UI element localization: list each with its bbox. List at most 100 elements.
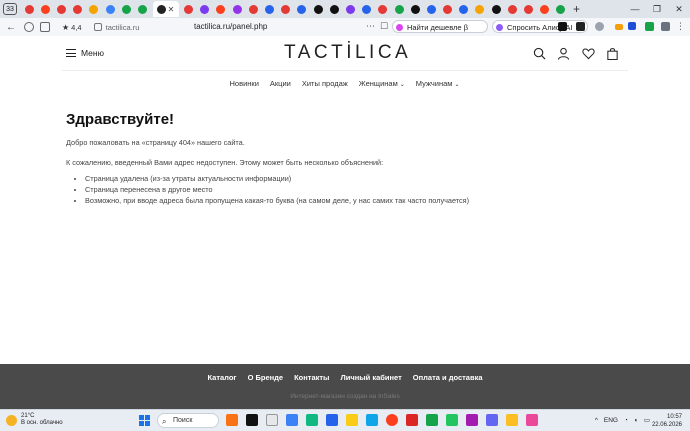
footer-link-about[interactable]: О Бренде: [248, 373, 284, 382]
download-icon[interactable]: [628, 22, 636, 30]
lock-icon[interactable]: [93, 23, 102, 31]
extensions-menu-icon[interactable]: ⋮: [676, 21, 685, 32]
clock[interactable]: 10:57 22.06.2026: [652, 413, 682, 429]
tab-favicon[interactable]: [426, 4, 436, 14]
tab-favicon[interactable]: [200, 4, 210, 14]
app-icon[interactable]: [526, 414, 538, 426]
app-icon[interactable]: [446, 414, 458, 426]
tab-favicon[interactable]: [56, 4, 66, 14]
tab-favicon[interactable]: [556, 4, 566, 14]
tab-favicon[interactable]: [394, 4, 404, 14]
volume-icon[interactable]: ◖: [634, 417, 638, 424]
app-icon[interactable]: [366, 414, 378, 426]
tab-favicon[interactable]: [216, 4, 226, 14]
tab-count-badge[interactable]: 33: [3, 3, 17, 15]
tab-favicon[interactable]: [475, 4, 485, 14]
tab-favicon[interactable]: [121, 4, 131, 14]
tab-favicon[interactable]: [378, 4, 388, 14]
heart-icon[interactable]: [582, 47, 595, 60]
tab-favicon[interactable]: [362, 4, 372, 14]
nav-item-new[interactable]: Новинки: [230, 79, 259, 88]
tab-favicon[interactable]: [459, 4, 469, 14]
avatar[interactable]: [595, 22, 604, 31]
nav-item-bestsellers[interactable]: Хиты продаж: [302, 79, 348, 88]
tab-favicon[interactable]: [313, 4, 323, 14]
app-icon[interactable]: [246, 414, 258, 426]
nav-item-men[interactable]: Мужчинам ⌄: [416, 79, 460, 88]
site-logo[interactable]: TACTİLICA: [284, 42, 408, 64]
tab-favicon[interactable]: [297, 4, 307, 14]
tab-favicon[interactable]: [410, 4, 420, 14]
tab-favicon[interactable]: [443, 4, 453, 14]
more-icon[interactable]: ⋯: [366, 21, 375, 32]
nav-item-women[interactable]: Женщинам ⌄: [359, 79, 405, 88]
app-icon[interactable]: [346, 414, 358, 426]
site-rating[interactable]: ★ 4,4: [62, 23, 82, 32]
tab-favicon[interactable]: [232, 4, 242, 14]
app-icon[interactable]: [286, 414, 298, 426]
taskbar-search[interactable]: ⌕ Поиск: [157, 413, 219, 428]
site-domain[interactable]: tactilica.ru: [106, 23, 140, 32]
footer-link-delivery[interactable]: Оплата и доставка: [413, 373, 483, 382]
active-tab[interactable]: ✕: [152, 1, 179, 17]
tab-favicon[interactable]: [248, 4, 258, 14]
footer-link-account[interactable]: Личный кабинет: [340, 373, 401, 382]
tab-favicon[interactable]: [105, 4, 115, 14]
app-icon[interactable]: [326, 414, 338, 426]
tab-favicon[interactable]: [137, 4, 147, 14]
nav-item-sale[interactable]: Акции: [270, 79, 291, 88]
weather-widget[interactable]: 21°C В осн. облачно: [6, 413, 63, 427]
windows-start-icon[interactable]: [139, 415, 150, 426]
tab-favicon[interactable]: [184, 4, 194, 14]
search-icon[interactable]: [533, 47, 546, 60]
bookmark-icon[interactable]: ☐: [380, 21, 388, 32]
shopping-bag-icon[interactable]: [606, 47, 619, 60]
tab-favicon[interactable]: [540, 4, 550, 14]
tab-favicon[interactable]: [345, 4, 355, 14]
footer-link-catalog[interactable]: Каталог: [208, 373, 237, 382]
extension-icon[interactable]: [645, 22, 654, 31]
app-icon[interactable]: [386, 414, 398, 426]
reload-icon[interactable]: [40, 22, 50, 32]
menu-button[interactable]: Меню: [66, 48, 104, 58]
address-url[interactable]: tactilica.ru/panel.php: [194, 22, 267, 31]
battery-icon[interactable]: ▭: [644, 416, 650, 424]
battery-icon[interactable]: [615, 24, 623, 30]
app-icon[interactable]: [506, 414, 518, 426]
app-icon[interactable]: [226, 414, 238, 426]
chevron-up-icon[interactable]: ^: [595, 417, 598, 424]
tab-favicon[interactable]: [265, 4, 275, 14]
extension-icon[interactable]: [576, 22, 585, 31]
tab-favicon[interactable]: [281, 4, 291, 14]
app-icon[interactable]: [466, 414, 478, 426]
new-tab-icon[interactable]: +: [573, 2, 580, 16]
maximize-icon[interactable]: ❐: [646, 4, 668, 15]
ask-alice-button[interactable]: Спросить Алису AI: [492, 20, 588, 33]
tab-favicon[interactable]: [524, 4, 534, 14]
footer-platform-note[interactable]: Интернет-магазин создан на InSales: [0, 393, 690, 400]
find-cheaper-button[interactable]: Найти дешевле β: [392, 20, 488, 33]
tab-favicon[interactable]: [24, 4, 34, 14]
account-icon[interactable]: [557, 47, 570, 60]
minimize-icon[interactable]: —: [624, 4, 646, 14]
tab-favicon[interactable]: [89, 4, 99, 14]
app-icon[interactable]: [486, 414, 498, 426]
tab-favicon[interactable]: [73, 4, 83, 14]
extension-icon[interactable]: [558, 22, 567, 31]
close-icon[interactable]: ✕: [668, 4, 690, 15]
footer-link-contacts[interactable]: Контакты: [294, 373, 329, 382]
close-icon[interactable]: ✕: [168, 5, 175, 14]
tab-favicon[interactable]: [40, 4, 50, 14]
profile-icon[interactable]: [24, 22, 34, 32]
extension-icon[interactable]: [661, 22, 670, 31]
app-icon[interactable]: [406, 414, 418, 426]
app-icon[interactable]: [306, 414, 318, 426]
tab-favicon[interactable]: [491, 4, 501, 14]
back-arrow-icon[interactable]: ←: [4, 22, 18, 33]
wifi-icon[interactable]: ◔: [624, 417, 628, 424]
tab-favicon[interactable]: [507, 4, 517, 14]
language-indicator[interactable]: ENG: [604, 417, 618, 424]
tab-favicon[interactable]: [329, 4, 339, 14]
app-icon[interactable]: [266, 414, 278, 426]
app-icon[interactable]: [426, 414, 438, 426]
